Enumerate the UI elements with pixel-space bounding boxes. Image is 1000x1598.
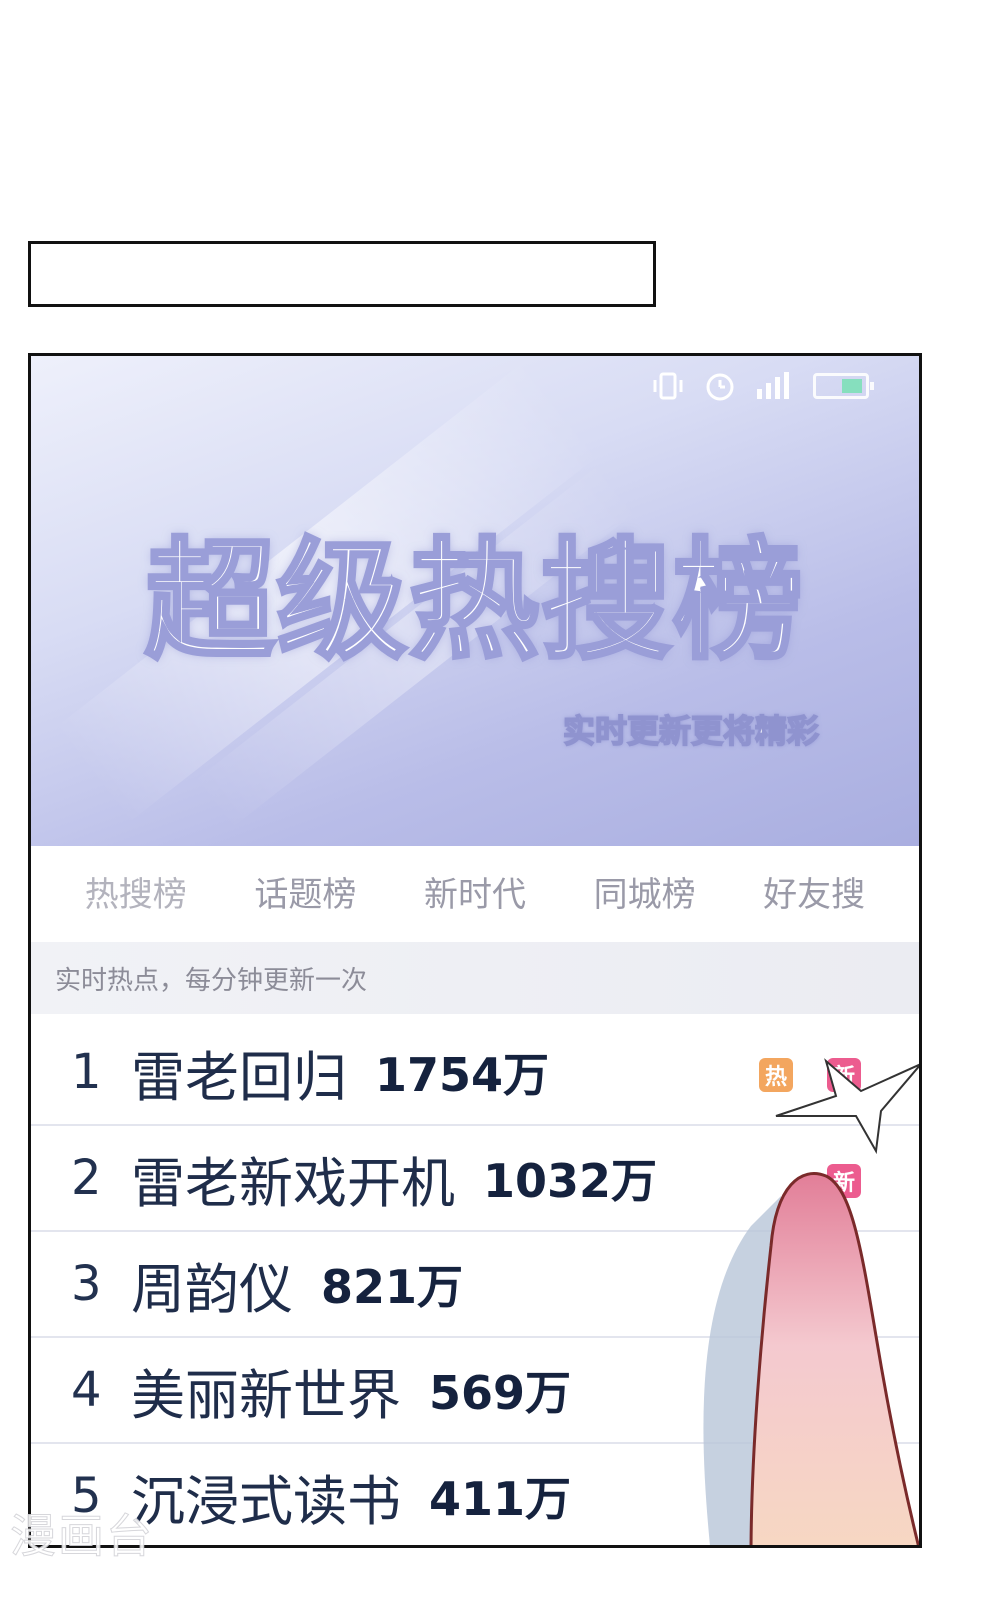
- battery-icon: [813, 373, 874, 399]
- tab-label: 好友搜: [763, 874, 866, 915]
- tab-label: 新时代: [423, 874, 526, 915]
- heat-count: 821万: [321, 1260, 464, 1314]
- banner-title: 超级热搜榜: [143, 523, 805, 679]
- item-title: 雷老回归: [131, 1045, 347, 1109]
- item-title: 雷老新戏开机: [131, 1151, 455, 1215]
- watermark: 漫画台: [10, 1509, 154, 1564]
- vibrate-icon: [653, 372, 683, 400]
- item-title: 沉浸式读书: [131, 1469, 401, 1533]
- phone-screen: 超级热搜榜 实时更新更将精彩 热搜榜 话题榜 新时代 同城榜 好友搜 实时热点，…: [28, 353, 922, 1548]
- tab-bar: 热搜榜 话题榜 新时代 同城榜 好友搜: [31, 846, 919, 952]
- heat-count: 569万: [429, 1366, 572, 1420]
- item-title: 美丽新世界: [131, 1363, 401, 1427]
- rank-number: 3: [71, 1256, 102, 1312]
- tab-local[interactable]: 同城榜: [594, 867, 696, 922]
- status-bar: [651, 370, 874, 402]
- rank-number: 4: [71, 1362, 102, 1418]
- refresh-hint: 实时热点，每分钟更新一次: [31, 942, 919, 1014]
- caption-box: [28, 241, 656, 307]
- rank-number: 2: [71, 1150, 102, 1206]
- tab-new-era[interactable]: 新时代: [424, 867, 526, 922]
- tab-label: 话题榜: [254, 874, 357, 915]
- hot-search-banner: 超级热搜榜 实时更新更将精彩: [31, 356, 919, 846]
- heat-count: 1754万: [375, 1048, 550, 1102]
- finger-illustration: [703, 1172, 919, 1545]
- rank-number: 1: [71, 1044, 102, 1100]
- signal-icon: [757, 372, 789, 399]
- heat-count: 1032万: [483, 1154, 658, 1208]
- tab-label: 同城榜: [593, 874, 696, 915]
- tab-topics[interactable]: 话题榜: [254, 867, 356, 922]
- heat-count: 411万: [429, 1472, 572, 1526]
- banner-subtitle: 实时更新更将精彩: [562, 711, 820, 751]
- item-title: 周韵仪: [131, 1257, 293, 1321]
- tab-hot-search[interactable]: 热搜榜: [84, 867, 187, 952]
- alarm-icon: [706, 373, 734, 401]
- tab-label: 热搜榜: [84, 874, 187, 915]
- tab-friends[interactable]: 好友搜: [763, 867, 865, 922]
- tap-sparkle: [775, 1058, 919, 1155]
